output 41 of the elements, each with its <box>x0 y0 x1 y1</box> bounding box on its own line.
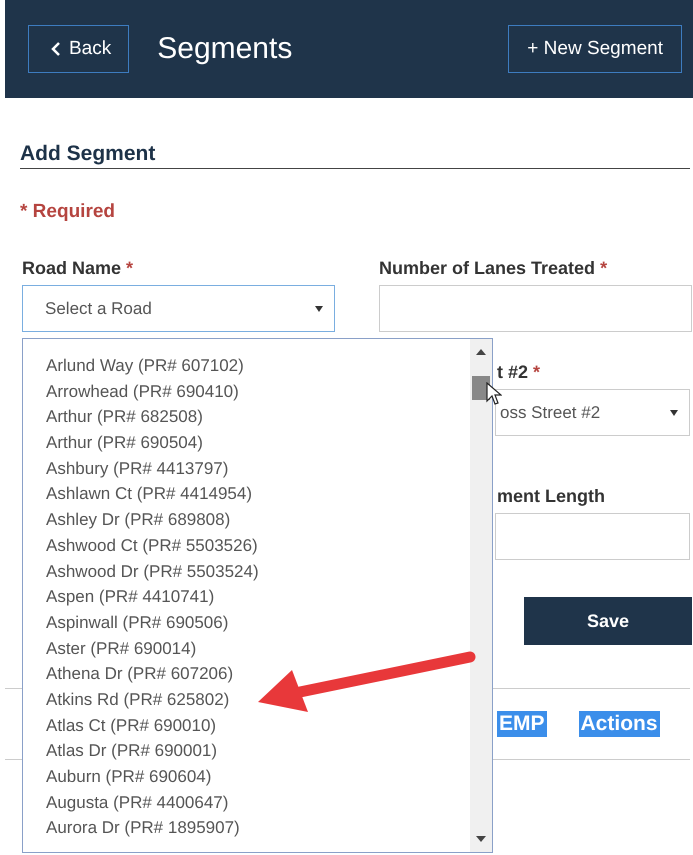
page-title: Segments <box>157 32 294 66</box>
column-header: EMP <box>497 711 547 737</box>
dropdown-option[interactable]: Ashbury (PR# 4413797) <box>23 456 470 482</box>
road-select[interactable]: Select a Road <box>22 285 335 332</box>
chevron-icon <box>51 41 61 57</box>
dropdown-option[interactable]: Aspen (PR# 4410741) <box>23 584 470 610</box>
dropdown-option[interactable]: Aspinwall (PR# 690506) <box>23 610 470 636</box>
caret-icon <box>669 408 679 416</box>
scroll-down-icon[interactable] <box>476 836 486 842</box>
scroll-up-icon[interactable] <box>476 349 486 355</box>
column-header: Actions <box>578 711 660 737</box>
cross-street-select[interactable]: oss Street #2 <box>495 389 690 436</box>
dropdown-option[interactable]: Atkins Rd (PR# 625802) <box>23 686 470 713</box>
caret-icon <box>314 304 324 312</box>
dropdown-option[interactable]: Aurora Dr (PR# 1895907) <box>23 815 470 842</box>
dropdown-option[interactable]: Ashley Dr (PR# 689808) <box>23 507 470 533</box>
dropdown-option[interactable]: Atlas Ct (PR# 690010) <box>23 712 470 738</box>
dropdown-option[interactable]: Augusta (PR# 4400647) <box>23 790 470 816</box>
field-label: Road Name * <box>22 258 134 279</box>
new-segment-button[interactable]: + New Segment <box>508 25 682 73</box>
save-button[interactable]: Save <box>524 597 692 645</box>
dropdown-option[interactable]: Arlund Way (PR# 607102) <box>23 353 470 379</box>
dropdown-option[interactable]: Auburn (PR# 690604) <box>23 764 470 790</box>
dropdown-option[interactable]: Arthur (PR# 690504) <box>23 430 470 456</box>
field-label: t #2 * <box>496 362 542 383</box>
scrollbar[interactable] <box>470 339 492 852</box>
dropdown-option[interactable]: Arthur (PR# 682508) <box>23 404 470 430</box>
dropdown-option[interactable]: Arrowhead (PR# 690410) <box>23 378 470 404</box>
section-heading: Add Segment <box>20 142 156 165</box>
field-label: ment Length <box>496 486 606 507</box>
dropdown-option[interactable]: Ashwood Dr (PR# 5503524) <box>23 558 470 584</box>
input-field[interactable] <box>495 513 690 560</box>
field-label: Number of Lanes Treated * <box>379 258 608 279</box>
required-note: * Required <box>20 201 116 223</box>
dropdown-option[interactable]: Ashwood Ct (PR# 5503526) <box>23 532 470 558</box>
dropdown-option[interactable]: Athena Dr (PR# 607206) <box>23 661 470 687</box>
back-button[interactable]: Back <box>28 25 130 73</box>
dropdown-option[interactable]: Aster (PR# 690014) <box>23 636 470 662</box>
dropdown-option[interactable]: Atlas Dr (PR# 690001) <box>23 738 470 764</box>
dropdown-option[interactable]: Ashlawn Ct (PR# 4414954) <box>23 481 470 508</box>
input-field[interactable] <box>379 285 692 332</box>
